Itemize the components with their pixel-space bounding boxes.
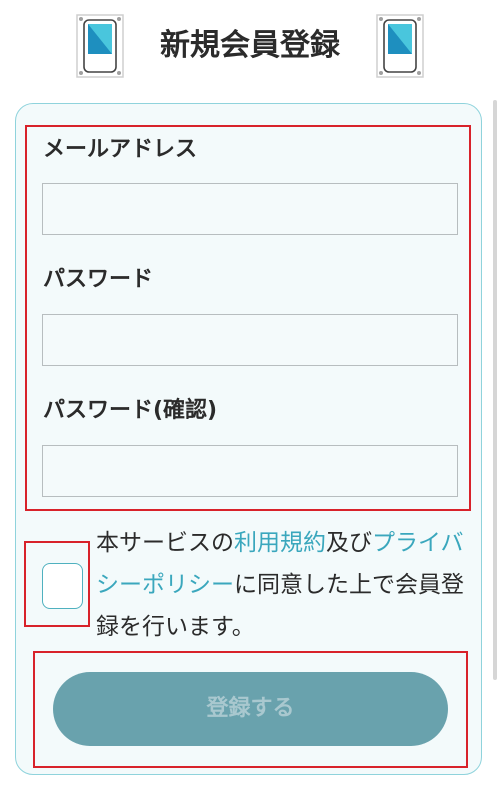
register-button[interactable]: 登録する [53, 672, 448, 746]
page-title: 新規会員登録 [160, 28, 340, 63]
card-icon [376, 14, 424, 78]
agree-checkbox[interactable] [42, 563, 83, 609]
password-label: パスワード [43, 267, 154, 292]
email-field[interactable] [42, 183, 458, 235]
scrollbar[interactable] [493, 100, 497, 680]
agreement-and: 及び [326, 530, 372, 556]
header: 新規会員登録 [0, 0, 500, 92]
terms-link[interactable]: 利用規約 [234, 530, 326, 556]
card-icon [76, 14, 124, 78]
password-field[interactable] [42, 314, 458, 366]
agreement-text: 本サービスの利用規約及びプライバシーポリシーに同意した上で会員登録を行います。 [96, 522, 466, 648]
password-confirm-label: パスワード(確認) [43, 398, 218, 423]
password-confirm-field[interactable] [42, 445, 458, 497]
email-label: メールアドレス [43, 137, 198, 162]
agreement-prefix: 本サービスの [96, 530, 234, 556]
